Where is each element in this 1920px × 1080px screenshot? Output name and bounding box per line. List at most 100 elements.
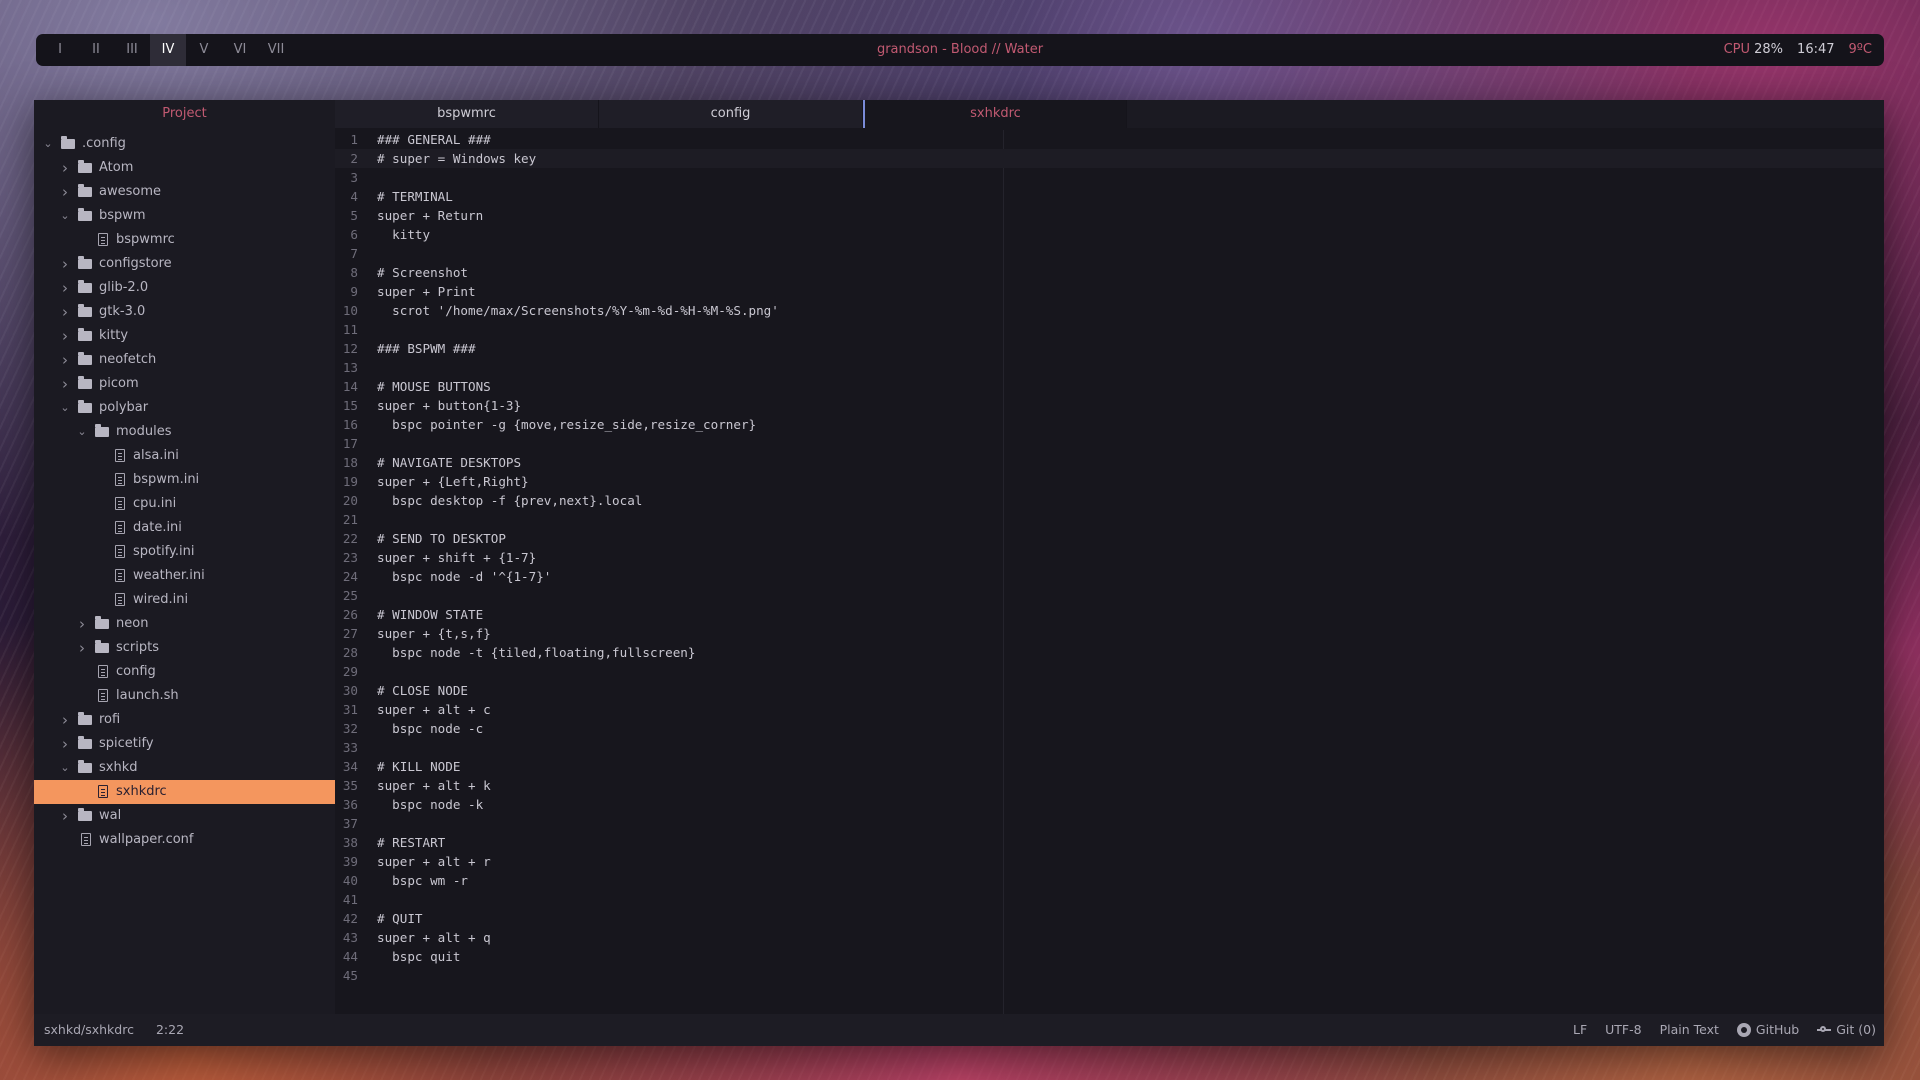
code-line[interactable]: 4 # TERMINAL: [335, 187, 1884, 206]
code-line[interactable]: 40 bspc wm -r: [335, 871, 1884, 890]
chevron-down-icon[interactable]: ⌄: [59, 204, 71, 228]
code-line[interactable]: 9 super + Print: [335, 282, 1884, 301]
tree-file[interactable]: bspwm.ini: [34, 468, 335, 492]
chevron-down-icon[interactable]: ⌄: [76, 420, 88, 444]
code-line[interactable]: 8 # Screenshot: [335, 263, 1884, 282]
code-line[interactable]: 32 bspc node -c: [335, 719, 1884, 738]
tree-file[interactable]: spotify.ini: [34, 540, 335, 564]
code-line[interactable]: 29: [335, 662, 1884, 681]
workspace-button[interactable]: II: [78, 34, 114, 66]
chevron-right-icon[interactable]: ›: [59, 156, 71, 180]
code-line[interactable]: 1 ### GENERAL ###: [335, 130, 1884, 149]
tree-folder[interactable]: › awesome: [34, 180, 335, 204]
chevron-down-icon[interactable]: ⌄: [59, 396, 71, 420]
chevron-right-icon[interactable]: ›: [59, 372, 71, 396]
tree-folder[interactable]: › configstore: [34, 252, 335, 276]
chevron-right-icon[interactable]: ›: [59, 180, 71, 204]
status-file-path[interactable]: sxhkd/sxhkdrc: [44, 1014, 134, 1046]
tree-folder[interactable]: › glib-2.0: [34, 276, 335, 300]
tree-file[interactable]: alsa.ini: [34, 444, 335, 468]
code-line[interactable]: 11: [335, 320, 1884, 339]
tree-folder[interactable]: ⌄ sxhkd: [34, 756, 335, 780]
code-line[interactable]: 24 bspc node -d '^{1-7}': [335, 567, 1884, 586]
tree-folder[interactable]: › spicetify: [34, 732, 335, 756]
github-button[interactable]: GitHub: [1736, 1014, 1799, 1046]
tree-folder[interactable]: › picom: [34, 372, 335, 396]
tree-folder[interactable]: › neon: [34, 612, 335, 636]
code-line[interactable]: 44 bspc quit: [335, 947, 1884, 966]
workspace-button[interactable]: I: [42, 34, 78, 66]
code-line[interactable]: 30 # CLOSE NODE: [335, 681, 1884, 700]
code-line[interactable]: 7: [335, 244, 1884, 263]
workspace-button[interactable]: V: [186, 34, 222, 66]
tree-folder[interactable]: ⌄ .config: [34, 132, 335, 156]
code-line[interactable]: 27 super + {t,s,f}: [335, 624, 1884, 643]
chevron-right-icon[interactable]: ›: [59, 252, 71, 276]
code-line[interactable]: 13: [335, 358, 1884, 377]
tree-folder[interactable]: › kitty: [34, 324, 335, 348]
tree-folder[interactable]: ⌄ polybar: [34, 396, 335, 420]
tree-folder[interactable]: › rofi: [34, 708, 335, 732]
code-line[interactable]: 36 bspc node -k: [335, 795, 1884, 814]
editor-tab[interactable]: bspwmrc: [335, 100, 599, 128]
tree-folder[interactable]: › scripts: [34, 636, 335, 660]
tree-file[interactable]: config: [34, 660, 335, 684]
tree-file[interactable]: bspwmrc: [34, 228, 335, 252]
code-line[interactable]: 15 super + button{1-3}: [335, 396, 1884, 415]
code-line[interactable]: 42 # QUIT: [335, 909, 1884, 928]
code-line[interactable]: 6 kitty: [335, 225, 1884, 244]
code-line[interactable]: 12 ### BSPWM ###: [335, 339, 1884, 358]
status-encoding[interactable]: UTF-8: [1605, 1014, 1641, 1046]
code-line[interactable]: 2 # super = Windows key: [335, 149, 1884, 168]
tree-file[interactable]: wired.ini: [34, 588, 335, 612]
tree-file[interactable]: weather.ini: [34, 564, 335, 588]
project-panel-title[interactable]: Project: [34, 100, 335, 128]
status-line-ending[interactable]: LF: [1573, 1014, 1587, 1046]
code-line[interactable]: 33: [335, 738, 1884, 757]
code-line[interactable]: 19 super + {Left,Right}: [335, 472, 1884, 491]
tree-folder[interactable]: › wal: [34, 804, 335, 828]
code-line[interactable]: 35 super + alt + k: [335, 776, 1884, 795]
chevron-right-icon[interactable]: ›: [76, 636, 88, 660]
code-line[interactable]: 26 # WINDOW STATE: [335, 605, 1884, 624]
chevron-right-icon[interactable]: ›: [59, 300, 71, 324]
code-line[interactable]: 23 super + shift + {1-7}: [335, 548, 1884, 567]
workspace-button[interactable]: III: [114, 34, 150, 66]
code-line[interactable]: 28 bspc node -t {tiled,floating,fullscre…: [335, 643, 1884, 662]
code-line[interactable]: 31 super + alt + c: [335, 700, 1884, 719]
code-line[interactable]: 21: [335, 510, 1884, 529]
workspace-button[interactable]: VI: [222, 34, 258, 66]
chevron-right-icon[interactable]: ›: [59, 324, 71, 348]
code-line[interactable]: 38 # RESTART: [335, 833, 1884, 852]
chevron-right-icon[interactable]: ›: [59, 708, 71, 732]
code-line[interactable]: 45: [335, 966, 1884, 985]
tree-file[interactable]: date.ini: [34, 516, 335, 540]
tree-file[interactable]: cpu.ini: [34, 492, 335, 516]
code-line[interactable]: 22 # SEND TO DESKTOP: [335, 529, 1884, 548]
code-editor[interactable]: 1 ### GENERAL ### 2 # super = Windows key 3 4…: [335, 130, 1884, 1014]
code-line[interactable]: 39 super + alt + r: [335, 852, 1884, 871]
git-button[interactable]: Git (0): [1817, 1014, 1876, 1046]
code-line[interactable]: 37: [335, 814, 1884, 833]
chevron-right-icon[interactable]: ›: [59, 348, 71, 372]
chevron-right-icon[interactable]: ›: [59, 276, 71, 300]
code-line[interactable]: 34 # KILL NODE: [335, 757, 1884, 776]
code-line[interactable]: 41: [335, 890, 1884, 909]
code-line[interactable]: 25: [335, 586, 1884, 605]
workspace-button[interactable]: VII: [258, 34, 294, 66]
status-grammar[interactable]: Plain Text: [1660, 1014, 1719, 1046]
tree-file[interactable]: launch.sh: [34, 684, 335, 708]
status-cursor-position[interactable]: 2:22: [156, 1014, 184, 1046]
code-line[interactable]: 14 # MOUSE BUTTONS: [335, 377, 1884, 396]
code-line[interactable]: 5 super + Return: [335, 206, 1884, 225]
chevron-down-icon[interactable]: ⌄: [42, 132, 54, 156]
tree-folder[interactable]: › gtk-3.0: [34, 300, 335, 324]
tree-file[interactable]: wallpaper.conf: [34, 828, 335, 852]
code-line[interactable]: 16 bspc pointer -g {move,resize_side,res…: [335, 415, 1884, 434]
workspace-button[interactable]: IV: [150, 34, 186, 66]
editor-tab[interactable]: sxhkdrc: [863, 100, 1127, 128]
code-line[interactable]: 43 super + alt + q: [335, 928, 1884, 947]
tree-folder[interactable]: ⌄ modules: [34, 420, 335, 444]
tree-folder[interactable]: ⌄ bspwm: [34, 204, 335, 228]
tree-file[interactable]: sxhkdrc: [34, 780, 335, 804]
